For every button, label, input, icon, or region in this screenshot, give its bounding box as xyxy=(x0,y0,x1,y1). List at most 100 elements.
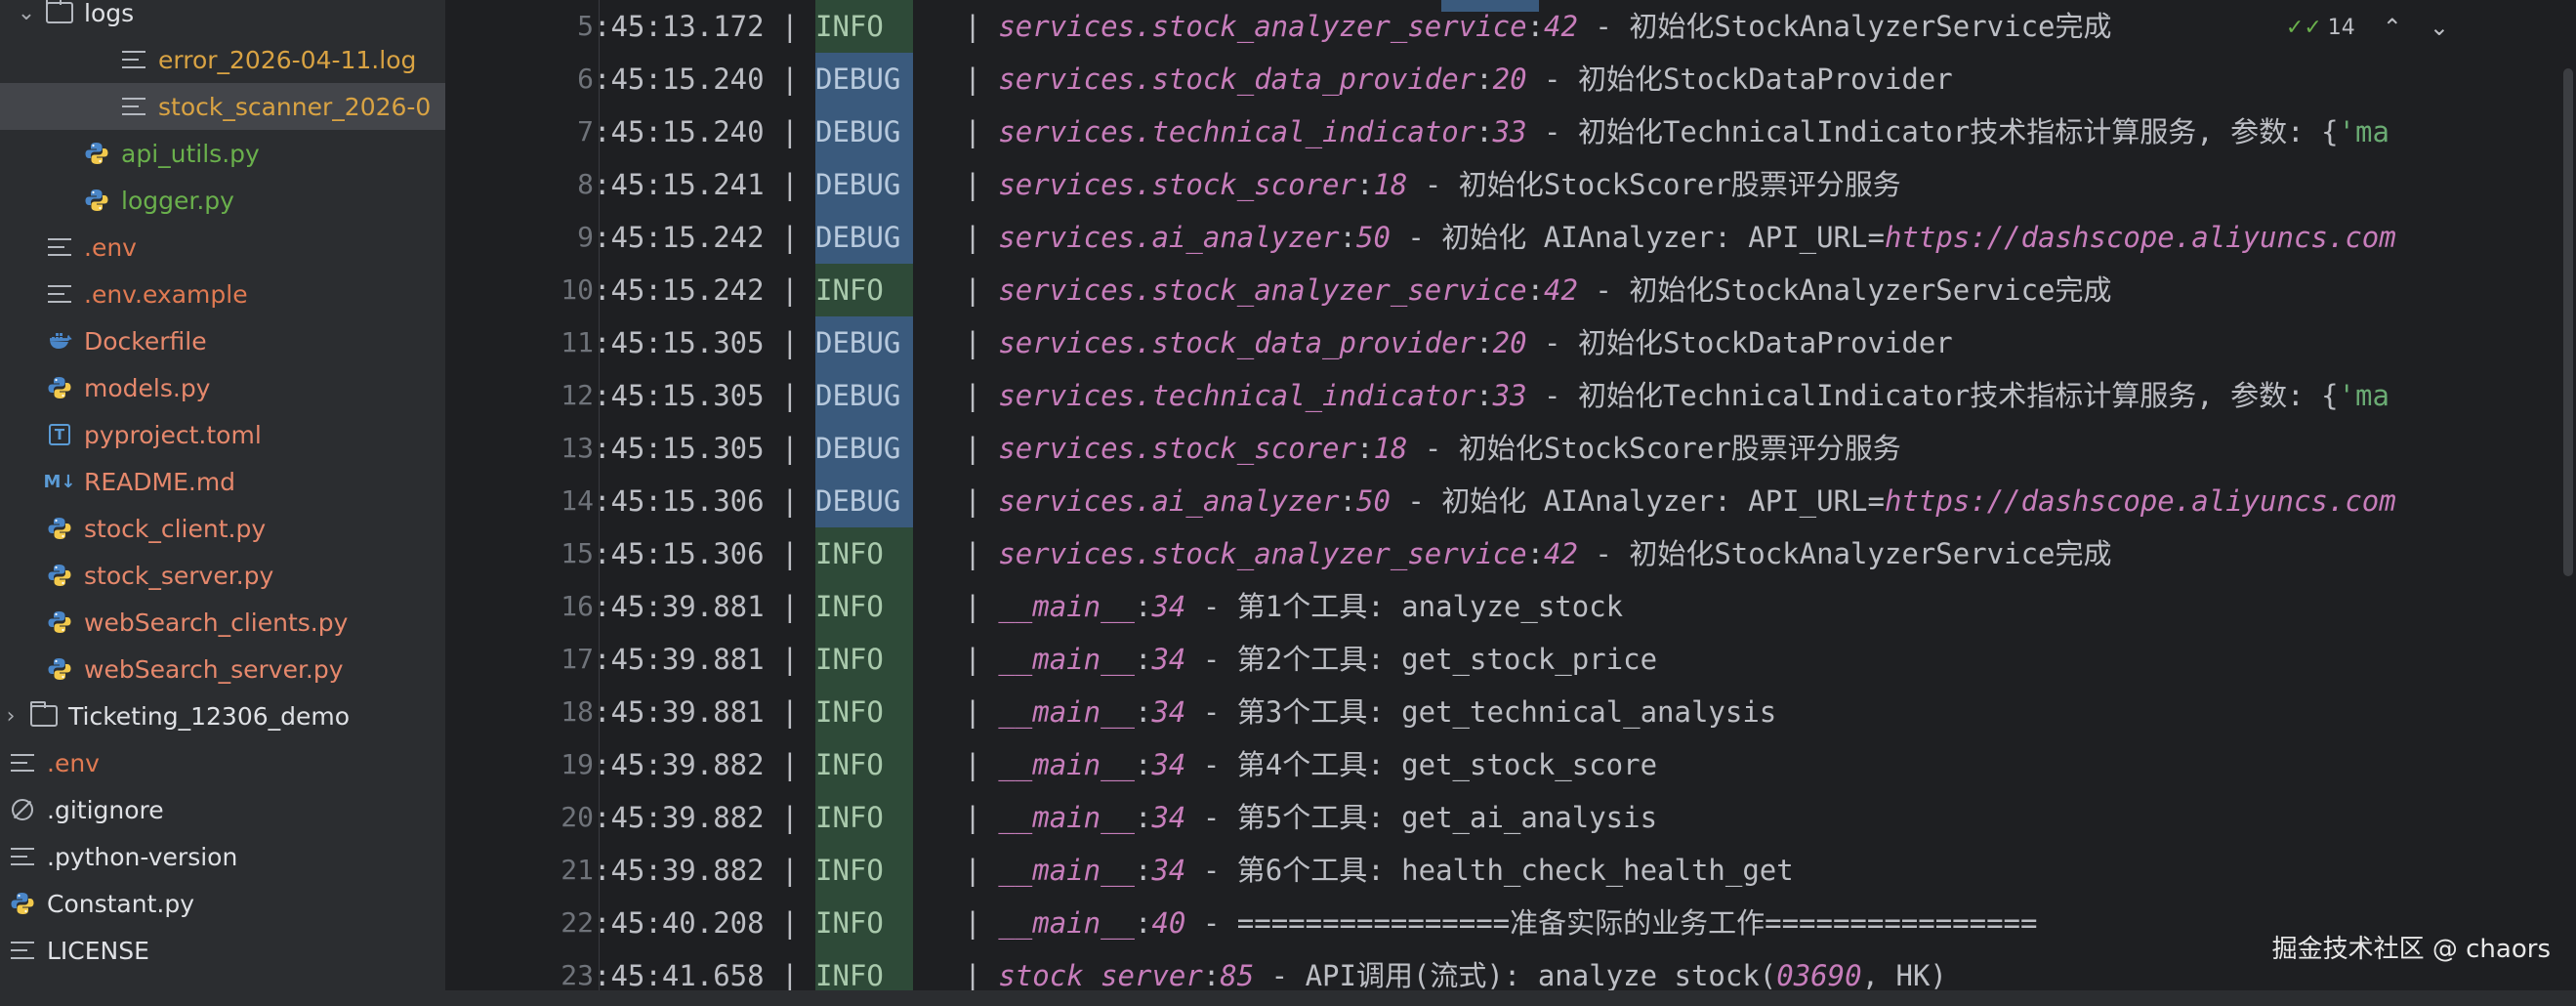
separator: | xyxy=(764,959,815,992)
tree-item[interactable]: .env xyxy=(0,739,445,786)
tree-item[interactable]: Dockerfile xyxy=(0,317,445,364)
log-line-number: 34 xyxy=(1151,643,1186,676)
tree-item[interactable]: › Ticketing_12306_demo xyxy=(0,692,445,739)
tree-item-label: Constant.py xyxy=(47,889,195,918)
log-line[interactable]: :45:39.882 | INFO | __main__:34 - 第6个工具:… xyxy=(594,844,1794,897)
log-module: __main__ xyxy=(998,854,1135,887)
text-file-icon xyxy=(45,279,74,309)
chevron-up-icon[interactable]: ⌃ xyxy=(2383,14,2402,41)
folder-icon xyxy=(29,701,59,731)
chevron-down-icon[interactable]: ⌄ xyxy=(2430,14,2449,41)
separator: | xyxy=(913,432,999,465)
log-line[interactable]: :45:39.881 | INFO | __main__:34 - 第3个工具:… xyxy=(594,686,1776,738)
log-message: - ================准备实际的业务工作=============… xyxy=(1185,906,2038,940)
tree-item[interactable]: webSearch_server.py xyxy=(0,646,445,692)
tree-item[interactable]: Tpyproject.toml xyxy=(0,411,445,458)
log-line[interactable]: :45:15.305 | DEBUG | services.stock_scor… xyxy=(594,422,1901,475)
tree-item[interactable]: .env xyxy=(0,224,445,271)
tree-item[interactable]: LICENSE xyxy=(0,927,445,974)
log-line[interactable]: :45:15.305 | DEBUG | services.technical_… xyxy=(594,369,2389,422)
log-message: - 第3个工具: get_technical_analysis xyxy=(1185,695,1777,729)
log-message: - 第1个工具: analyze_stock xyxy=(1185,590,1624,623)
log-line[interactable]: :45:15.305 | DEBUG | services.stock_data… xyxy=(594,316,1953,369)
tree-item[interactable]: stock_scanner_2026-0 xyxy=(0,83,445,130)
log-timestamp: :45:39.882 xyxy=(594,854,765,887)
log-module: __main__ xyxy=(998,801,1135,834)
tree-item[interactable]: .env.example xyxy=(0,271,445,317)
gitignore-icon xyxy=(8,795,37,824)
line-number: 20 xyxy=(561,801,594,833)
log-timestamp: :45:15.305 xyxy=(594,432,765,465)
tree-item[interactable]: .python-version xyxy=(0,833,445,880)
log-line-number: 34 xyxy=(1151,854,1186,887)
tree-item[interactable]: models.py xyxy=(0,364,445,411)
line-number: 13 xyxy=(561,432,594,464)
log-level-badge: INFO xyxy=(815,686,913,738)
tree-item[interactable]: api_utils.py xyxy=(0,130,445,177)
log-line[interactable]: :45:15.241 | DEBUG | services.stock_scor… xyxy=(594,158,1901,211)
log-line[interactable]: :45:15.240 | DEBUG | services.stock_data… xyxy=(594,53,1953,105)
separator: | xyxy=(764,906,815,940)
inspection-widget[interactable]: ✓✓ 14 ⌃ ⌄ xyxy=(2286,12,2449,43)
log-module: services.stock_analyzer_service xyxy=(998,273,1527,307)
separator: | xyxy=(913,748,999,781)
log-module: services.stock_analyzer_service xyxy=(998,10,1527,43)
editor-content[interactable]: :45:13.172 | INFO | services.stock_analy… xyxy=(594,0,2576,1006)
log-line[interactable]: :45:15.306 | INFO | services.stock_analy… xyxy=(594,527,2112,580)
line-number: 8 xyxy=(577,168,594,200)
python-file-icon xyxy=(45,608,74,637)
log-level-badge: INFO xyxy=(815,791,913,844)
separator: | xyxy=(764,115,815,148)
log-line[interactable]: :45:40.208 | INFO | __main__:40 - ======… xyxy=(594,897,2037,949)
log-level-badge: INFO xyxy=(815,844,913,897)
log-line-number: 42 xyxy=(1544,273,1578,307)
tree-item[interactable]: M↓ README.md xyxy=(0,458,445,505)
separator: | xyxy=(913,590,999,623)
tree-item-label: Dockerfile xyxy=(84,326,207,356)
markdown-file-icon: M↓ xyxy=(43,471,76,492)
tree-item[interactable]: logger.py xyxy=(0,177,445,224)
text-file-icon xyxy=(8,936,37,965)
log-line[interactable]: :45:13.172 | INFO | services.stock_analy… xyxy=(594,0,2112,53)
log-timestamp: :45:15.305 xyxy=(594,379,765,412)
chevron-down-icon[interactable]: ⌄ xyxy=(16,1,37,25)
tree-item[interactable]: .gitignore xyxy=(0,786,445,833)
tree-item[interactable]: webSearch_clients.py xyxy=(0,599,445,646)
log-line[interactable]: :45:15.240 | DEBUG | services.technical_… xyxy=(594,105,2389,158)
toml-file-icon: T xyxy=(45,420,74,449)
scrollbar-thumb[interactable] xyxy=(2563,68,2573,576)
tree-item[interactable]: error_2026-04-11.log xyxy=(0,36,445,83)
tree-item[interactable]: Constant.py xyxy=(0,880,445,927)
tree-item[interactable]: ⌄ logs xyxy=(0,0,445,36)
separator: | xyxy=(913,168,999,201)
log-line[interactable]: :45:39.881 | INFO | __main__:34 - 第1个工具:… xyxy=(594,580,1623,633)
log-line-number: 50 xyxy=(1355,221,1391,254)
log-timestamp: :45:39.881 xyxy=(594,590,765,623)
line-number: 21 xyxy=(561,854,594,886)
separator: | xyxy=(913,484,999,518)
colon: : xyxy=(1135,854,1152,887)
log-timestamp: :45:41.658 xyxy=(594,959,765,992)
vertical-scrollbar[interactable] xyxy=(2560,0,2576,1006)
separator: | xyxy=(913,221,999,254)
log-line-number: 20 xyxy=(1492,326,1527,359)
chevron-right-icon[interactable]: › xyxy=(0,704,21,729)
tree-item[interactable]: stock_server.py xyxy=(0,552,445,599)
log-message: - 初始化StockScorer股票评分服务 xyxy=(1407,432,1901,465)
text-file-icon xyxy=(45,232,74,262)
log-line-number: 18 xyxy=(1373,168,1408,201)
log-line[interactable]: :45:39.882 | INFO | __main__:34 - 第4个工具:… xyxy=(594,738,1657,791)
log-line[interactable]: :45:39.882 | INFO | __main__:34 - 第5个工具:… xyxy=(594,791,1657,844)
text-file-icon xyxy=(8,748,37,777)
log-line[interactable]: :45:15.306 | DEBUG | services.ai_analyze… xyxy=(594,475,2396,527)
colon: : xyxy=(1135,801,1152,834)
log-line[interactable]: :45:15.242 | DEBUG | services.ai_analyze… xyxy=(594,211,2396,264)
log-line[interactable]: :45:39.881 | INFO | __main__:34 - 第2个工具:… xyxy=(594,633,1657,686)
tree-item[interactable]: stock_client.py xyxy=(0,505,445,552)
log-line[interactable]: :45:15.242 | INFO | services.stock_analy… xyxy=(594,264,2112,316)
log-level-badge: DEBUG xyxy=(815,158,913,211)
log-editor[interactable]: 5 6 7 8 9 10 11 12 13 14 15 16 17 18 19 20 21 22 23 :45:13… xyxy=(447,0,2576,1006)
separator: | xyxy=(764,643,815,676)
separator: | xyxy=(764,273,815,307)
separator: | xyxy=(764,537,815,570)
